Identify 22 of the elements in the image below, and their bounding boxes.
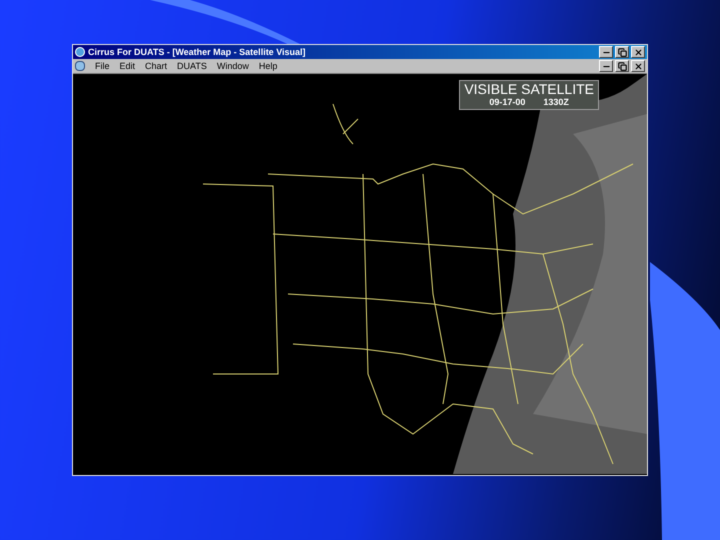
- minimize-button[interactable]: [599, 46, 613, 58]
- restore-icon: [618, 62, 626, 70]
- window-title: Cirrus For DUATS - [Weather Map - Satellite Visual]: [88, 48, 306, 56]
- close-icon: [634, 48, 642, 56]
- menu-item[interactable]: Window: [216, 62, 249, 70]
- menu-item[interactable]: File: [95, 62, 110, 70]
- menu-item[interactable]: Edit: [120, 62, 136, 70]
- close-icon: [634, 62, 642, 70]
- image-title: VISIBLE SATELLITE: [464, 82, 594, 97]
- close-button[interactable]: [631, 60, 645, 72]
- menu-item[interactable]: Chart: [145, 62, 168, 70]
- restore-button[interactable]: [615, 46, 629, 58]
- menu-item[interactable]: Help: [258, 62, 278, 70]
- image-time: 1330Z: [543, 97, 569, 108]
- menu-item[interactable]: DUATS: [177, 62, 207, 70]
- restore-button[interactable]: [615, 60, 629, 72]
- minimize-button[interactable]: [599, 60, 613, 72]
- document-icon: [75, 61, 85, 71]
- restore-icon: [618, 48, 626, 56]
- image-date: 09-17-00: [489, 97, 526, 108]
- close-button[interactable]: [631, 46, 645, 58]
- app-icon: [75, 47, 85, 57]
